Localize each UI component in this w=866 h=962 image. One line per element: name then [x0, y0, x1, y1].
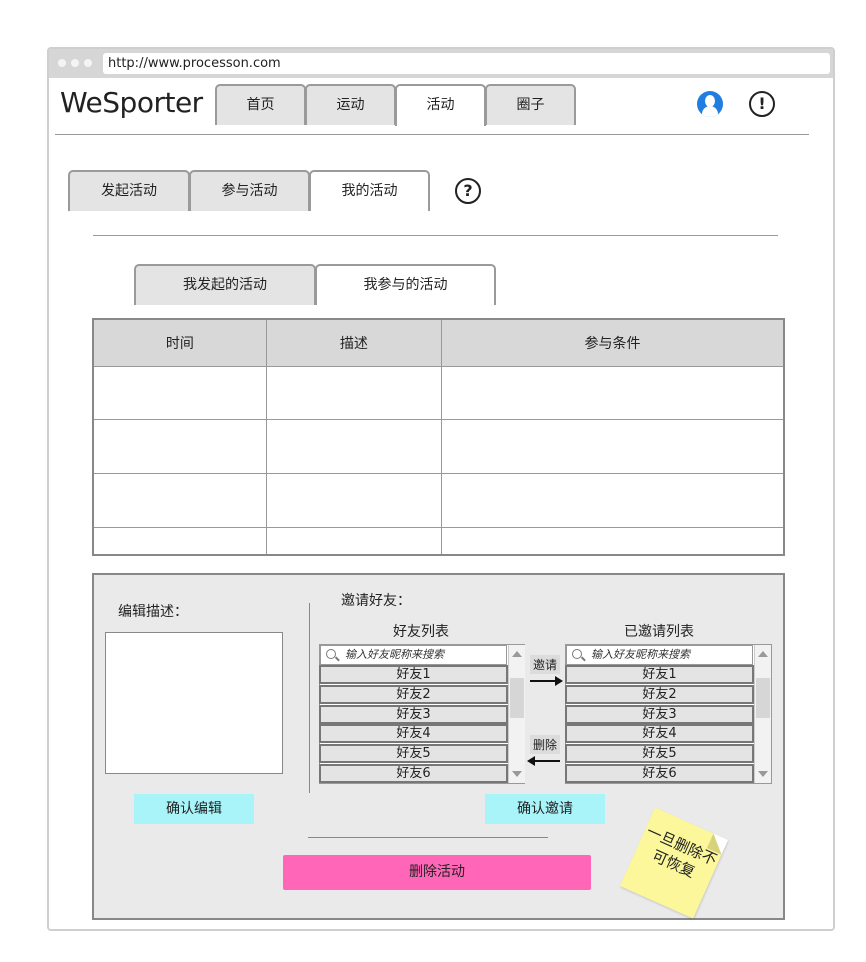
table-cell: [266, 527, 443, 554]
confirm-invite-button[interactable]: 确认邀请: [485, 794, 605, 824]
column-header-conditions: 参与条件: [441, 320, 783, 367]
edit-description-label: 编辑描述：: [118, 604, 188, 620]
search-icon: [326, 649, 336, 659]
nav-tab-label: 首页: [246, 97, 275, 113]
invited-search-input[interactable]: 输入好友昵称来搜索: [566, 645, 753, 665]
scroll-down-icon[interactable]: [758, 771, 768, 777]
scrollbar-thumb[interactable]: [756, 678, 770, 718]
friend-list-item[interactable]: 好友3: [319, 705, 508, 724]
nav-tab-label: 运动: [336, 97, 365, 113]
arrow-right-icon: [530, 676, 563, 686]
invited-list-item[interactable]: 好友4: [565, 724, 754, 743]
delete-activity-button[interactable]: 删除活动: [283, 855, 591, 890]
tab-join-activity[interactable]: 参与活动: [189, 170, 310, 211]
invited-search-placeholder: 输入好友昵称来搜索: [591, 648, 690, 661]
description-textarea[interactable]: [105, 632, 283, 774]
arrow-left-icon: [527, 756, 560, 766]
friend-list-item[interactable]: 好友1: [319, 665, 508, 684]
table-cell: [441, 419, 783, 474]
column-header-time: 时间: [94, 320, 267, 367]
tab-create-activity[interactable]: 发起活动: [68, 170, 190, 211]
invited-list-scrollbar[interactable]: [754, 645, 771, 783]
friend-list-item[interactable]: 好友5: [319, 744, 508, 763]
tab-label: 参与活动: [221, 183, 278, 199]
invite-action-button[interactable]: 邀请: [530, 655, 560, 674]
table-cell: [442, 527, 783, 554]
scroll-up-icon[interactable]: [512, 651, 522, 657]
user-icon-body: [702, 106, 718, 117]
tab-label: 我参与的活动: [363, 277, 448, 293]
friend-search-placeholder: 输入好友昵称来搜索: [345, 648, 444, 661]
table-row[interactable]: [94, 473, 783, 528]
table-cell: [441, 473, 783, 528]
tab-label: 我发起的活动: [183, 277, 267, 293]
invited-list-item[interactable]: 好友6: [565, 764, 754, 783]
window-dot-icon: [71, 59, 79, 67]
table-cell: [94, 366, 267, 421]
sticky-note-text: 一旦删除不可恢复: [643, 822, 720, 882]
table-cell: [266, 419, 443, 474]
tab-my-activities[interactable]: 我的活动: [309, 170, 430, 211]
nav-tab-label: 活动: [426, 97, 455, 113]
subnav-divider: [93, 235, 778, 236]
panel-divider: [309, 603, 310, 793]
activities-table: 时间 描述 参与条件: [92, 318, 785, 556]
table-row[interactable]: [94, 527, 783, 554]
friend-list-item[interactable]: 好友4: [319, 724, 508, 743]
table-cell: [266, 366, 443, 421]
nav-tab-label: 圈子: [516, 97, 545, 113]
panel-separator: [308, 837, 548, 838]
table-cell: [94, 419, 267, 474]
tab-joined-activities[interactable]: 我参与的活动: [315, 264, 496, 305]
alert-icon[interactable]: !: [749, 91, 775, 117]
header-divider: [55, 134, 809, 135]
help-icon[interactable]: ?: [455, 178, 481, 204]
invited-list-item[interactable]: 好友5: [565, 744, 754, 763]
address-bar[interactable]: http://www.processon.com: [103, 53, 830, 74]
table-cell: [94, 473, 267, 528]
invited-list-item[interactable]: 好友1: [565, 665, 754, 684]
tab-initiated-activities[interactable]: 我发起的活动: [134, 264, 316, 305]
user-icon[interactable]: [697, 91, 723, 117]
tab-label: 发起活动: [101, 183, 157, 199]
window-dot-icon: [84, 59, 92, 67]
invited-list-item[interactable]: 好友2: [565, 685, 754, 704]
scroll-down-icon[interactable]: [512, 771, 522, 777]
friend-list-scrollbar[interactable]: [508, 645, 525, 783]
app-logo: WeSporter: [60, 86, 203, 119]
tab-label: 我的活动: [341, 183, 398, 199]
window-dot-icon: [58, 59, 66, 67]
friend-list-item[interactable]: 好友6: [319, 764, 508, 783]
invite-friends-label: 邀请好友：: [341, 593, 411, 609]
remove-action-button[interactable]: 删除: [530, 735, 560, 754]
table-row[interactable]: [94, 419, 783, 474]
invited-list-title: 已邀请列表: [624, 624, 694, 640]
nav-tab-sports[interactable]: 运动: [305, 84, 396, 125]
table-row[interactable]: [94, 366, 783, 421]
column-header-description: 描述: [266, 320, 443, 367]
search-icon: [572, 649, 582, 659]
friend-search-input[interactable]: 输入好友昵称来搜索: [320, 645, 507, 665]
confirm-edit-button[interactable]: 确认编辑: [134, 794, 254, 824]
nav-tab-home[interactable]: 首页: [215, 84, 306, 125]
table-cell: [94, 527, 267, 554]
invited-list-item[interactable]: 好友3: [565, 705, 754, 724]
scroll-up-icon[interactable]: [758, 651, 768, 657]
nav-tab-circles[interactable]: 圈子: [485, 84, 576, 125]
table-cell: [441, 366, 783, 421]
friend-list-item[interactable]: 好友2: [319, 685, 508, 704]
friend-list-title: 好友列表: [393, 624, 449, 640]
table-cell: [266, 473, 443, 528]
nav-tab-activities[interactable]: 活动: [395, 84, 486, 126]
table-header-row: 时间 描述 参与条件: [94, 320, 783, 367]
scrollbar-thumb[interactable]: [510, 678, 524, 718]
